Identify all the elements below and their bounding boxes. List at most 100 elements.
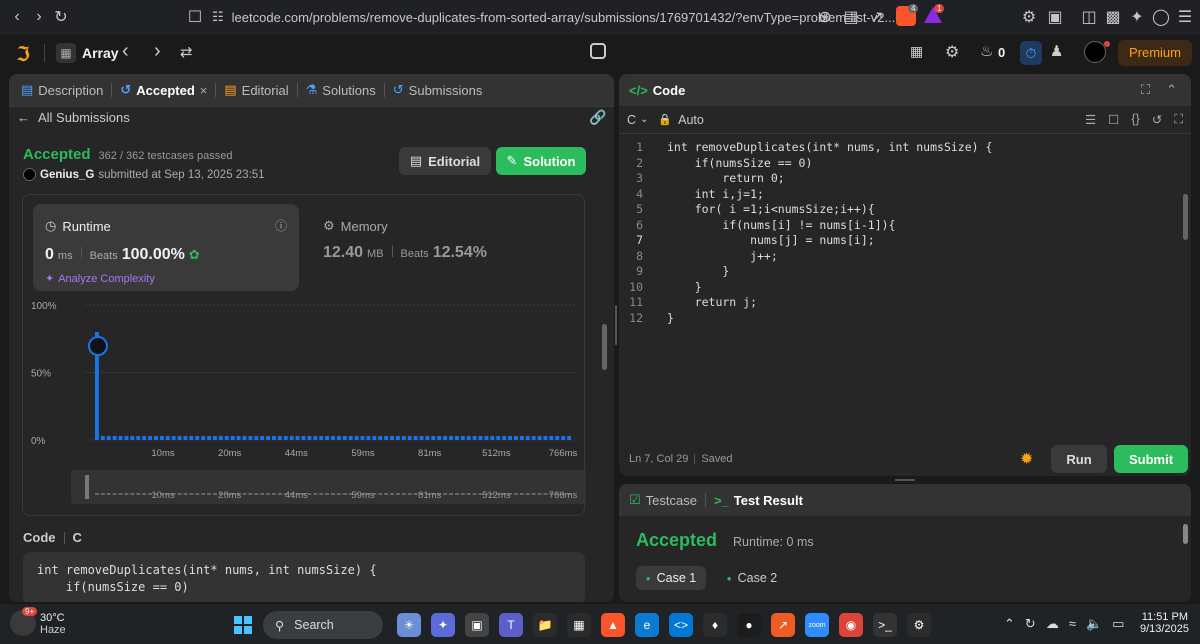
reset-icon[interactable]: ↺ bbox=[1152, 112, 1162, 127]
cloud-icon[interactable]: ☁ bbox=[1046, 616, 1059, 632]
code-line[interactable]: 11 return j; bbox=[619, 295, 1191, 311]
copilot-icon[interactable]: ✦ bbox=[431, 613, 455, 637]
language-select[interactable]: C bbox=[627, 113, 636, 127]
volume-icon[interactable]: 🔈 bbox=[1086, 616, 1102, 632]
windows-start-icon[interactable] bbox=[234, 616, 252, 634]
timer-icon[interactable]: ⏱ bbox=[1020, 41, 1042, 65]
code-line[interactable]: 6 if(nums[i] != nums[i-1]){ bbox=[619, 218, 1191, 234]
note-icon[interactable] bbox=[590, 43, 606, 59]
code-line[interactable]: 1 int removeDuplicates(int* nums, int num… bbox=[619, 140, 1191, 156]
submit-button[interactable]: Submit bbox=[1114, 445, 1188, 473]
case-1-button[interactable]: ● Case 1 bbox=[636, 566, 706, 590]
user-avatar[interactable] bbox=[23, 168, 36, 181]
username[interactable]: Genius_G bbox=[40, 169, 94, 181]
settings-icon[interactable]: ⚙ bbox=[945, 42, 959, 62]
problem-list-title[interactable]: Array bbox=[82, 45, 119, 61]
site-info-icon[interactable]: ☷ bbox=[212, 9, 224, 25]
expand-icon[interactable]: ⛶ bbox=[1174, 112, 1183, 127]
auto-mode[interactable]: Auto bbox=[678, 113, 704, 127]
format-icon[interactable]: ☰ bbox=[1085, 112, 1096, 127]
code-line[interactable]: 8 j++; bbox=[619, 249, 1191, 265]
tab-description[interactable]: ▤ Description bbox=[9, 74, 111, 106]
reader-icon[interactable]: ▤ bbox=[840, 6, 862, 28]
leetcode-extension-icon[interactable]: ⚙ bbox=[907, 613, 931, 637]
code-editor[interactable]: 1 int removeDuplicates(int* nums, int num… bbox=[619, 140, 1191, 326]
code-line[interactable]: 7 nums[j] = nums[i]; bbox=[619, 233, 1191, 249]
bookmark-icon[interactable]: ☐ bbox=[184, 6, 206, 28]
file-explorer-icon[interactable]: 📁 bbox=[533, 613, 557, 637]
code-line[interactable]: 12} bbox=[619, 311, 1191, 327]
tab-submissions[interactable]: ↺ Submissions bbox=[385, 74, 491, 106]
add-user-icon[interactable]: ♟ bbox=[1050, 42, 1063, 60]
forward-icon[interactable]: › bbox=[28, 6, 50, 28]
code-line[interactable]: 10 } bbox=[619, 280, 1191, 296]
all-submissions-link[interactable]: ← All Submissions bbox=[17, 110, 130, 125]
postman-icon[interactable]: ↗ bbox=[771, 613, 795, 637]
leetcode-logo-icon[interactable]: ℑ bbox=[16, 42, 30, 67]
debug-icon[interactable]: ✹ bbox=[1020, 449, 1033, 469]
panel-resize-handle[interactable] bbox=[615, 305, 617, 345]
code-line[interactable]: 2 if(numsSize == 0) bbox=[619, 156, 1191, 172]
edge-icon[interactable]: e bbox=[635, 613, 659, 637]
share-icon[interactable]: ↗ bbox=[866, 6, 888, 28]
menu-icon[interactable]: ☰ bbox=[1174, 6, 1196, 28]
vertical-resize-handle[interactable] bbox=[895, 479, 915, 481]
prev-problem-icon[interactable]: ‹ bbox=[122, 40, 129, 63]
tab-code[interactable]: </> Code bbox=[619, 74, 693, 106]
case-2-button[interactable]: ● Case 2 bbox=[717, 566, 787, 590]
reload-icon[interactable]: ↻ bbox=[50, 6, 72, 28]
terminal-icon[interactable]: >_ bbox=[873, 613, 897, 637]
screenshot-icon[interactable]: ▣ bbox=[1044, 6, 1066, 28]
collapse-icon[interactable]: ⌃ bbox=[1166, 82, 1177, 98]
tab-solutions[interactable]: ⚗ Solutions bbox=[298, 74, 384, 106]
weather-widget[interactable]: 30°C Haze bbox=[40, 612, 66, 636]
clock[interactable]: 11:51 PM 9/13/2025 bbox=[1140, 611, 1189, 635]
code-preview[interactable]: int removeDuplicates(int* nums, int nums… bbox=[23, 552, 585, 602]
extensions-icon[interactable]: ⚙ bbox=[1018, 6, 1040, 28]
teams-icon[interactable]: T bbox=[499, 613, 523, 637]
tab-testcase[interactable]: ☑ Testcase bbox=[619, 484, 705, 516]
code-line[interactable]: 9 } bbox=[619, 264, 1191, 280]
scrollbar-thumb[interactable] bbox=[602, 324, 607, 370]
tab-test-result[interactable]: >_ Test Result bbox=[706, 484, 811, 516]
chevron-down-icon[interactable]: ⌄ bbox=[640, 114, 648, 125]
taskbar-search[interactable]: ⚲ Search bbox=[263, 611, 383, 639]
ai-icon[interactable]: ✦ bbox=[1126, 6, 1148, 28]
editor-scrollbar[interactable] bbox=[1183, 194, 1188, 240]
zoom-icon[interactable]: zoom bbox=[805, 613, 829, 637]
battery-icon[interactable]: ▭ bbox=[1112, 616, 1124, 632]
maximize-icon[interactable]: ⛶ bbox=[1141, 82, 1150, 98]
tab-accepted[interactable]: ↺ Accepted × bbox=[112, 74, 215, 106]
git-icon[interactable]: ♦ bbox=[703, 613, 727, 637]
problem-list-icon[interactable]: ▦ bbox=[56, 43, 76, 63]
mongodb-icon[interactable]: ● bbox=[737, 613, 761, 637]
bookmark-icon[interactable]: ☐ bbox=[1108, 112, 1119, 127]
shuffle-icon[interactable]: ⇄ bbox=[180, 43, 193, 61]
back-icon[interactable]: ‹ bbox=[6, 6, 28, 28]
brave-icon[interactable]: ▲ bbox=[601, 613, 625, 637]
avatar[interactable] bbox=[1084, 41, 1106, 63]
result-scrollbar[interactable] bbox=[1183, 524, 1188, 544]
sync-icon[interactable]: ↻ bbox=[1025, 616, 1036, 632]
wifi-icon[interactable]: ≈ bbox=[1069, 616, 1076, 632]
tab-editorial[interactable]: ▤ Editorial bbox=[216, 74, 296, 106]
code-line[interactable]: 4 int i,j=1; bbox=[619, 187, 1191, 203]
store-icon[interactable]: ▦ bbox=[567, 613, 591, 637]
editorial-button[interactable]: ▤ Editorial bbox=[399, 147, 491, 175]
layout-icon[interactable]: ▦ bbox=[910, 43, 923, 60]
close-tab-icon[interactable]: × bbox=[200, 83, 208, 98]
wallet-icon[interactable]: ▩ bbox=[1102, 6, 1124, 28]
streak-icon[interactable]: ♨ bbox=[980, 42, 993, 60]
code-line[interactable]: 5 for( i =1;i<numsSize;i++){ bbox=[619, 202, 1191, 218]
sidebar-icon[interactable]: ◫ bbox=[1078, 6, 1100, 28]
runtime-distribution-chart[interactable]: 100% 50% 0% 10ms 20ms 44ms 59ms 81ms 512ms 766ms 1… bbox=[23, 195, 586, 517]
code-line[interactable]: 3 return 0; bbox=[619, 171, 1191, 187]
premium-button[interactable]: Premium bbox=[1118, 40, 1192, 66]
next-problem-icon[interactable]: › bbox=[154, 40, 161, 63]
task-view-icon[interactable]: ▣ bbox=[465, 613, 489, 637]
zoom-icon[interactable]: ⊕ bbox=[814, 6, 836, 28]
vscode-icon[interactable]: <> bbox=[669, 613, 693, 637]
chrome-icon[interactable]: ◉ bbox=[839, 613, 863, 637]
widget-art-icon[interactable]: ☀ bbox=[397, 613, 421, 637]
braces-icon[interactable]: {} bbox=[1131, 112, 1139, 127]
